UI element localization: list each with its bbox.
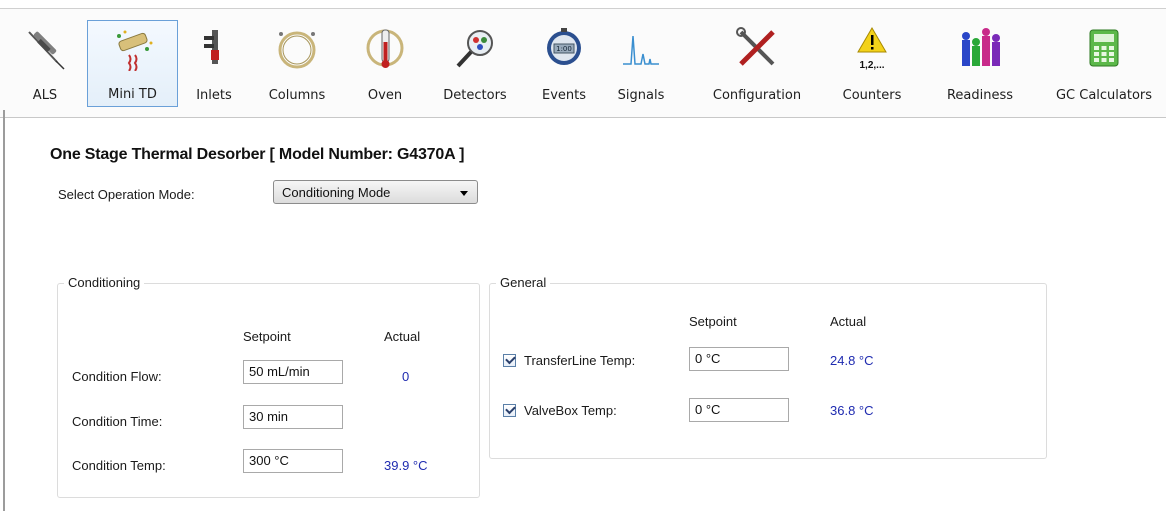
valvebox-temp-checkbox[interactable] bbox=[503, 403, 516, 417]
group-title: Conditioning bbox=[64, 275, 145, 290]
checkmark-icon bbox=[505, 403, 516, 415]
toolbar-item-oven[interactable]: Oven bbox=[357, 20, 413, 107]
toolbar-item-als[interactable]: ALS bbox=[18, 20, 72, 107]
general-setpoint-header: Setpoint bbox=[689, 314, 737, 329]
inlet-icon bbox=[204, 30, 219, 64]
toolbar-item-label: Readiness bbox=[946, 88, 1014, 103]
thermal-desorber-icon bbox=[116, 30, 152, 71]
chromatogram-icon bbox=[623, 35, 659, 65]
oven-icon bbox=[366, 29, 404, 68]
general-actual-header: Actual bbox=[830, 314, 867, 329]
left-border bbox=[3, 110, 5, 511]
toolbar-item-label: Columns bbox=[268, 88, 326, 103]
toolbar-item-inlets[interactable]: Inlets bbox=[186, 20, 242, 107]
condition-temp-actual: 39.9 °C bbox=[384, 458, 428, 473]
stopwatch-icon: 1:00 bbox=[547, 28, 581, 65]
toolbar-item-detectors[interactable]: Detectors bbox=[432, 20, 518, 107]
toolbar-item-configuration[interactable]: Configuration bbox=[697, 20, 817, 107]
conditioning-setpoint-header: Setpoint bbox=[243, 329, 291, 344]
toolbar-item-label: Oven bbox=[367, 88, 403, 103]
checkmark-icon bbox=[505, 353, 516, 365]
transferline-temp-actual: 24.8 °C bbox=[830, 353, 874, 368]
transferline-temp-label: TransferLine Temp: bbox=[524, 353, 636, 368]
bar-people-icon bbox=[962, 28, 1000, 66]
transferline-temp-checkbox[interactable] bbox=[503, 353, 516, 367]
syringe-icon bbox=[28, 31, 65, 70]
calculator-icon bbox=[1089, 29, 1119, 67]
transferline-temp-input[interactable]: 0 °C bbox=[689, 347, 789, 371]
toolbar-item-label: GC Calculators bbox=[1055, 88, 1153, 103]
condition-temp-input[interactable]: 300 °C bbox=[243, 449, 343, 473]
condition-flow-input[interactable]: 50 mL/min bbox=[243, 360, 343, 384]
toolbar-item-label: Configuration bbox=[712, 88, 802, 103]
toolbar-item-label: Signals bbox=[617, 88, 665, 103]
conditioning-actual-header: Actual bbox=[384, 329, 421, 344]
toolbar-item-readiness[interactable]: Readiness bbox=[938, 20, 1022, 107]
module-toolbar: ALS Mini TD Inlets Columns Oven Detector… bbox=[0, 8, 1166, 118]
condition-flow-actual: 0 bbox=[402, 369, 410, 384]
toolbar-item-label: Counters bbox=[842, 88, 902, 103]
toolbar-item-gc-calculators[interactable]: GC Calculators bbox=[1048, 20, 1160, 107]
toolbar-item-label: Mini TD bbox=[108, 87, 157, 102]
operation-mode-value: Conditioning Mode bbox=[282, 185, 391, 200]
valvebox-temp-label: ValveBox Temp: bbox=[524, 403, 617, 418]
chevron-down-icon bbox=[460, 191, 468, 196]
toolbar-item-label: ALS bbox=[32, 88, 58, 103]
condition-time-label: Condition Time: bbox=[72, 414, 163, 429]
toolbar-item-mini-td[interactable]: Mini TD bbox=[87, 20, 178, 107]
svg-text:1:00: 1:00 bbox=[556, 45, 572, 53]
toolbar-item-label: Events bbox=[541, 88, 586, 103]
tools-icon bbox=[736, 27, 775, 66]
column-coil-icon bbox=[278, 31, 316, 69]
toolbar-item-columns[interactable]: Columns bbox=[258, 20, 336, 107]
counter-sequence-text: 1,2,... bbox=[859, 60, 885, 71]
toolbar-item-signals[interactable]: Signals bbox=[607, 20, 675, 107]
toolbar-item-label: Inlets bbox=[196, 88, 232, 103]
page-title: One Stage Thermal Desorber [ Model Numbe… bbox=[50, 146, 465, 163]
group-title: General bbox=[496, 275, 551, 290]
valvebox-temp-input[interactable]: 0 °C bbox=[689, 398, 789, 422]
valvebox-temp-actual: 36.8 °C bbox=[830, 403, 874, 418]
condition-time-input[interactable]: 30 min bbox=[243, 405, 343, 429]
operation-mode-select[interactable]: Conditioning Mode bbox=[273, 180, 478, 204]
magnifier-icon bbox=[456, 30, 493, 68]
condition-temp-label: Condition Temp: bbox=[72, 458, 166, 473]
toolbar-item-label: Detectors bbox=[443, 88, 507, 103]
condition-flow-label: Condition Flow: bbox=[72, 369, 162, 384]
general-group: General bbox=[489, 275, 1047, 459]
toolbar-item-counters[interactable]: 1,2,... Counters bbox=[836, 20, 908, 107]
operation-mode-label: Select Operation Mode: bbox=[58, 187, 195, 202]
toolbar-item-events[interactable]: 1:00 Events bbox=[535, 20, 593, 107]
